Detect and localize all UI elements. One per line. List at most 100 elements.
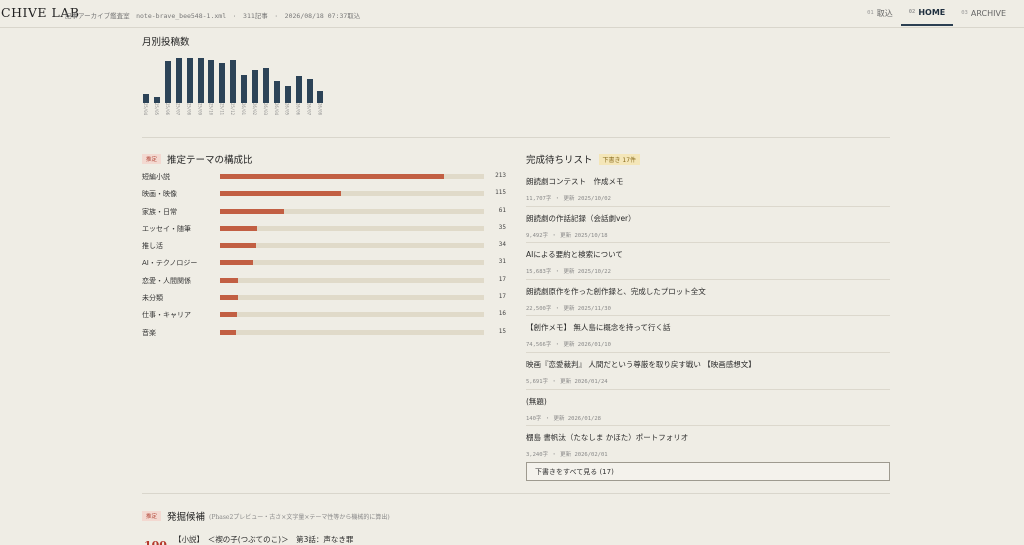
theme-count: 115 [495, 189, 506, 197]
monthly-bar [252, 70, 258, 103]
theme-bar-track [220, 191, 484, 197]
theme-row: 恋愛・人間関係 17 [142, 274, 512, 291]
theme-row: 未分類 17 [142, 291, 512, 308]
monthly-bar [262, 68, 269, 103]
draft-item[interactable]: 朗読劇の作話記録（会話劇ver） 9,492字 ・ 更新 2025/10/18 [526, 207, 890, 244]
draft-item-title: 映画『恋愛裁判』 人間だという尊厳を取り戻す戦い 【映画感想文】 [526, 359, 756, 369]
dig-score: 100 [144, 539, 167, 545]
monthly-tick-label: 25/11 [219, 103, 225, 116]
theme-list: 短編小説 213 映画・映像 115 家族・日常 61 エッセイ・随筆 35 推し活 34 AI・テ… [142, 170, 512, 343]
theme-row: 映画・映像 115 [142, 187, 512, 204]
theme-bar-fill [220, 191, 342, 197]
draft-item-meta: 5,691字 ・ 更新 2026/01/24 [526, 378, 608, 385]
theme-bar-fill [220, 243, 256, 249]
theme-count: 213 [495, 172, 506, 179]
theme-row: 短編小説 213 [142, 170, 512, 187]
monthly-bar [197, 58, 204, 103]
monthly-tick-label: 26/03 [262, 103, 268, 116]
theme-row: AI・テクノロジー 31 [142, 256, 512, 273]
monthly-tick-label: 25/05 [153, 103, 159, 116]
monthly-bar [219, 62, 226, 103]
theme-bar-track [220, 208, 484, 214]
draft-item-title: 朗読劇原作を作った創作録と、完成したプロット全文 [526, 286, 706, 296]
monthly-bar [230, 60, 237, 103]
draft-item-meta: 3,240字 ・ 更新 2026/02/01 [526, 452, 608, 459]
monthly-bar [143, 94, 149, 103]
theme-bar-fill [220, 277, 238, 283]
theme-count: 16 [498, 310, 506, 318]
draft-item[interactable]: 【創作メモ】 無人島に概念を持って行く話 74,566字 ・ 更新 2026/01… [526, 316, 890, 353]
monthly-tick-label: 25/10 [208, 103, 214, 116]
monthly-bar [295, 76, 302, 103]
theme-bar-track [220, 312, 484, 318]
monthly-tick-label: 25/08 [186, 103, 192, 116]
draft-item[interactable]: (無題) 140字 ・ 更新 2026/01/28 [526, 390, 890, 427]
monthly-chart: 25/04 25/05 25/06 25/07 25/08 25/09 25/10 25/11… [142, 50, 324, 122]
monthly-bar [186, 58, 193, 103]
monthly-tick-label: 26/01 [241, 103, 247, 116]
theme-label: 仕事・キャリア [142, 311, 191, 320]
theme-count: 61 [498, 206, 506, 214]
theme-bar-track [220, 329, 484, 335]
theme-row: 推し活 34 [142, 239, 512, 256]
draft-item-meta: 74,566字 ・ 更新 2026/01/10 [526, 342, 611, 349]
draft-item-title: 【創作メモ】 無人島に概念を持って行く話 [526, 323, 671, 333]
theme-bar-fill [220, 174, 445, 179]
dig-header: 推定 発掘候補 (Phase2プレビュー・古さ×文字量×テーマ性等から機械的に算… [142, 509, 390, 523]
draft-item-meta: 140字 ・ 更新 2026/01/28 [526, 415, 601, 422]
draft-item-title: (無題) [526, 396, 547, 406]
draft-title: 完成待ちリスト [526, 155, 593, 166]
monthly-tick-label: 26/07 [306, 103, 312, 116]
draft-item-meta: 11,707字 ・ 更新 2025/10/02 [526, 196, 611, 202]
theme-bar-track [220, 277, 484, 283]
monthly-bar [164, 61, 171, 103]
theme-label: AI・テクノロジー [142, 259, 198, 268]
monthly-bar [241, 74, 248, 103]
theme-bar-fill [220, 312, 237, 318]
theme-count: 34 [498, 241, 506, 249]
draft-item-title: 朗読劇の作話記録（会話劇ver） [526, 213, 636, 223]
theme-label: 未分類 [142, 294, 163, 303]
monthly-bar [317, 90, 324, 103]
monthly-bar [208, 60, 215, 103]
top-bar: CHIVE LAB 記事アーカイブ鑑査室 note-brave_bee548-1… [0, 0, 1024, 28]
draft-item[interactable]: 朗読劇原作を作った創作録と、完成したプロット全文 22,500字 ・ 更新 202… [526, 280, 890, 317]
divider [142, 493, 890, 494]
nav-home-label: HOME [918, 7, 946, 17]
monthly-tick-label: 26/04 [273, 103, 279, 116]
draft-item[interactable]: AIによる要約と検索について 15,683字 ・ 更新 2025/10/22 [526, 243, 890, 280]
theme-bar-track [220, 295, 484, 301]
theme-bar-fill [220, 295, 238, 301]
nav-archive[interactable]: 03 ARCHIVE [953, 0, 1014, 26]
estimate-badge: 推定 [142, 154, 162, 164]
draft-item[interactable]: 朗読劇コンテスト 作成メモ 11,707字 ・ 更新 2025/10/02 [526, 170, 890, 207]
theme-title: 推定テーマの構成比 [167, 155, 253, 166]
draft-item-meta: 22,500字 ・ 更新 2025/11/30 [526, 305, 611, 312]
theme-count: 17 [498, 275, 506, 283]
theme-row: 音楽 15 [142, 326, 512, 343]
nav-import[interactable]: 01 取込 [859, 0, 901, 26]
dig-subtitle: (Phase2プレビュー・古さ×文字量×テーマ性等から機械的に算出) [209, 513, 390, 521]
theme-row: 家族・日常 61 [142, 205, 512, 222]
theme-label: 短編小説 [142, 173, 170, 181]
show-all-drafts-button[interactable]: 下書きをすべて見る (17) [526, 462, 890, 481]
draft-header: 完成待ちリスト 下書き 17件 [526, 152, 641, 166]
theme-bar-fill [220, 225, 257, 231]
theme-label: 家族・日常 [142, 207, 177, 216]
draft-item-meta: 15,683字 ・ 更新 2025/10/22 [526, 269, 611, 276]
dig-title: 発掘候補 [167, 512, 206, 523]
theme-count: 31 [498, 258, 506, 266]
draft-item-title: 棚島 書帆汰（たなしま かほた）ポートフォリオ [526, 433, 689, 443]
monthly-bar [273, 80, 280, 103]
theme-bar-fill [220, 260, 253, 266]
draft-item[interactable]: 映画『恋愛裁判』 人間だという尊厳を取り戻す戦い 【映画感想文】 5,691字 ・… [526, 353, 890, 390]
theme-header: 推定 推定テーマの構成比 [142, 152, 253, 166]
estimate-badge: 推定 [142, 511, 162, 521]
draft-item[interactable]: 棚島 書帆汰（たなしま かほた）ポートフォリオ 3,240字 ・ 更新 2026/… [526, 426, 890, 463]
draft-count-badge: 下書き 17件 [598, 153, 641, 165]
theme-count: 17 [498, 293, 506, 301]
nav-import-num: 01 [867, 10, 874, 16]
nav-home[interactable]: 02 HOME [900, 0, 954, 26]
dig-item-title[interactable]: 【小説】 ＜禊の子(つぶてのこ)＞ 第3話：声なき罪 [174, 534, 353, 545]
main-nav: 01 取込 02 HOME 03 ARCHIVE [859, 0, 1014, 28]
